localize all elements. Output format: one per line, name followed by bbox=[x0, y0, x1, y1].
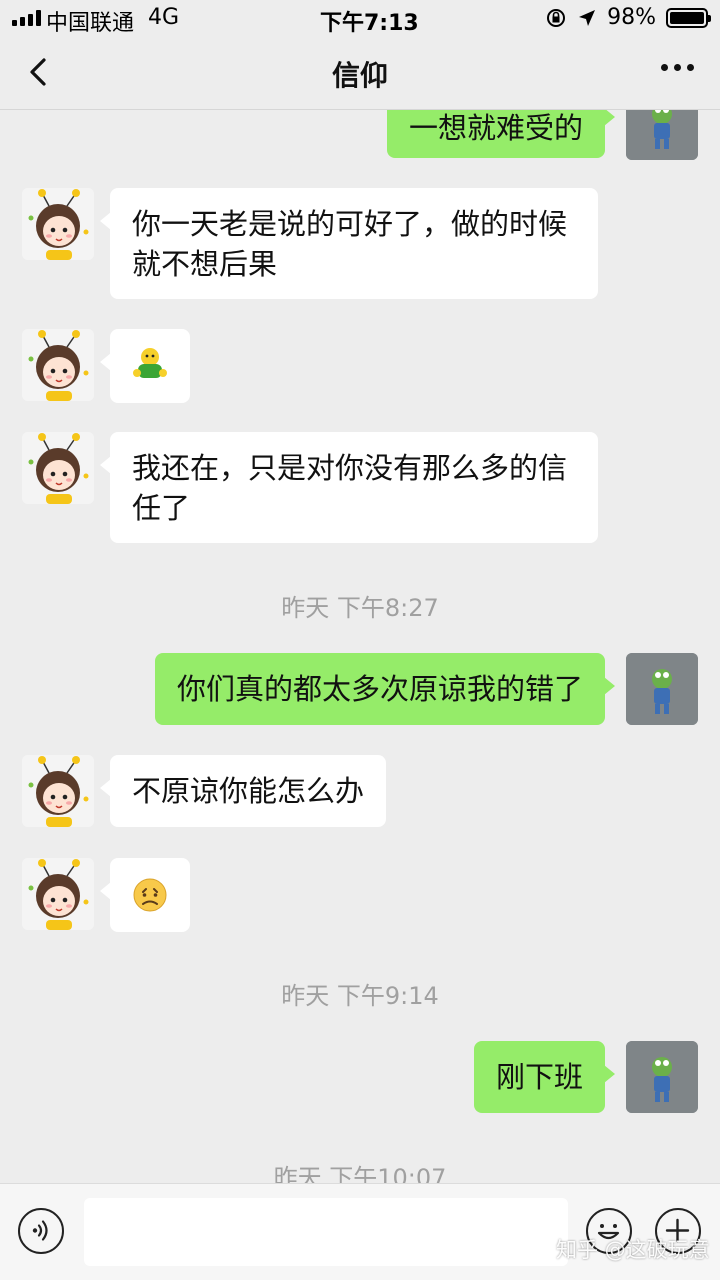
frog-avatar-icon bbox=[626, 653, 698, 725]
contact-avatar[interactable] bbox=[22, 858, 94, 930]
message-bubble-sent[interactable]: 一想就难受的 bbox=[386, 110, 616, 158]
message-text: 一想就难受的 bbox=[408, 111, 583, 145]
frog-avatar-icon bbox=[626, 1041, 698, 1113]
message-bubble-received[interactable] bbox=[100, 329, 190, 403]
network-type: 4G bbox=[148, 5, 180, 30]
status-bar: 中国联通 4G 下午7:13 98% bbox=[0, 0, 720, 36]
message-bubble-received[interactable]: 不原谅你能怎么办 bbox=[99, 755, 387, 827]
message-bubble-received[interactable]: 你一天老是说的可好了，做的时候就不想后果 bbox=[100, 188, 598, 299]
voice-icon bbox=[32, 1220, 48, 1241]
battery-icon bbox=[666, 7, 711, 28]
battery-percent: 98% bbox=[607, 5, 656, 30]
contact-avatar[interactable] bbox=[22, 188, 94, 260]
signal-icon bbox=[12, 10, 41, 26]
message-text: 不原谅你能怎么办 bbox=[132, 774, 365, 808]
message-text: 刚下班 bbox=[495, 1060, 583, 1094]
my-avatar[interactable] bbox=[626, 653, 698, 725]
green-figure-sticker-icon bbox=[133, 348, 167, 378]
more-button[interactable] bbox=[661, 64, 694, 71]
message-text: 你们真的都太多次原谅我的错了 bbox=[176, 672, 583, 706]
status-time: 下午7:13 bbox=[320, 11, 419, 36]
carrier-name: 中国联通 bbox=[46, 11, 135, 36]
frog-avatar-icon bbox=[626, 110, 698, 160]
message-bubble-received[interactable] bbox=[100, 858, 190, 932]
my-avatar[interactable] bbox=[626, 1041, 698, 1113]
chat-title: 信仰 bbox=[331, 59, 388, 92]
girl-avatar-icon bbox=[22, 755, 94, 827]
message-bubble-sent[interactable]: 刚下班 bbox=[473, 1041, 616, 1113]
voice-button[interactable] bbox=[18, 1208, 64, 1254]
rotation-lock-icon bbox=[547, 8, 566, 27]
location-icon bbox=[579, 9, 596, 26]
girl-avatar-icon bbox=[22, 432, 94, 504]
timestamp: 昨天 下午10:07 bbox=[273, 1164, 447, 1183]
nav-bar: 信仰 bbox=[0, 36, 720, 110]
my-avatar[interactable] bbox=[626, 110, 698, 160]
sad-face-emoji-icon bbox=[133, 878, 167, 912]
message-bubble-sent[interactable]: 你们真的都太多次原谅我的错了 bbox=[154, 653, 616, 725]
girl-avatar-icon bbox=[22, 329, 94, 401]
input-bar bbox=[0, 1183, 720, 1280]
girl-avatar-icon bbox=[22, 188, 94, 260]
more-icon bbox=[661, 64, 668, 71]
message-text: 你一天老是说的可好了，做的时候就不想后果 bbox=[132, 207, 568, 281]
contact-avatar[interactable] bbox=[22, 755, 94, 827]
timestamp: 昨天 下午9:14 bbox=[281, 982, 439, 1010]
girl-avatar-icon bbox=[22, 858, 94, 930]
status-icons: 98% bbox=[545, 5, 711, 30]
chat-area[interactable]: 一想就难受的 你一天老是说的可好了，做的时候就不想后果 我还在，只是对你没有那么… bbox=[0, 110, 720, 1183]
contact-avatar[interactable] bbox=[22, 432, 94, 504]
message-bubble-received[interactable]: 我还在，只是对你没有那么多的信任了 bbox=[100, 432, 598, 543]
contact-avatar[interactable] bbox=[22, 329, 94, 401]
watermark: 知乎 @这破玩意 bbox=[556, 1238, 710, 1262]
message-input[interactable] bbox=[84, 1198, 568, 1266]
message-text: 我还在，只是对你没有那么多的信任了 bbox=[132, 451, 568, 525]
timestamp: 昨天 下午8:27 bbox=[281, 594, 439, 622]
